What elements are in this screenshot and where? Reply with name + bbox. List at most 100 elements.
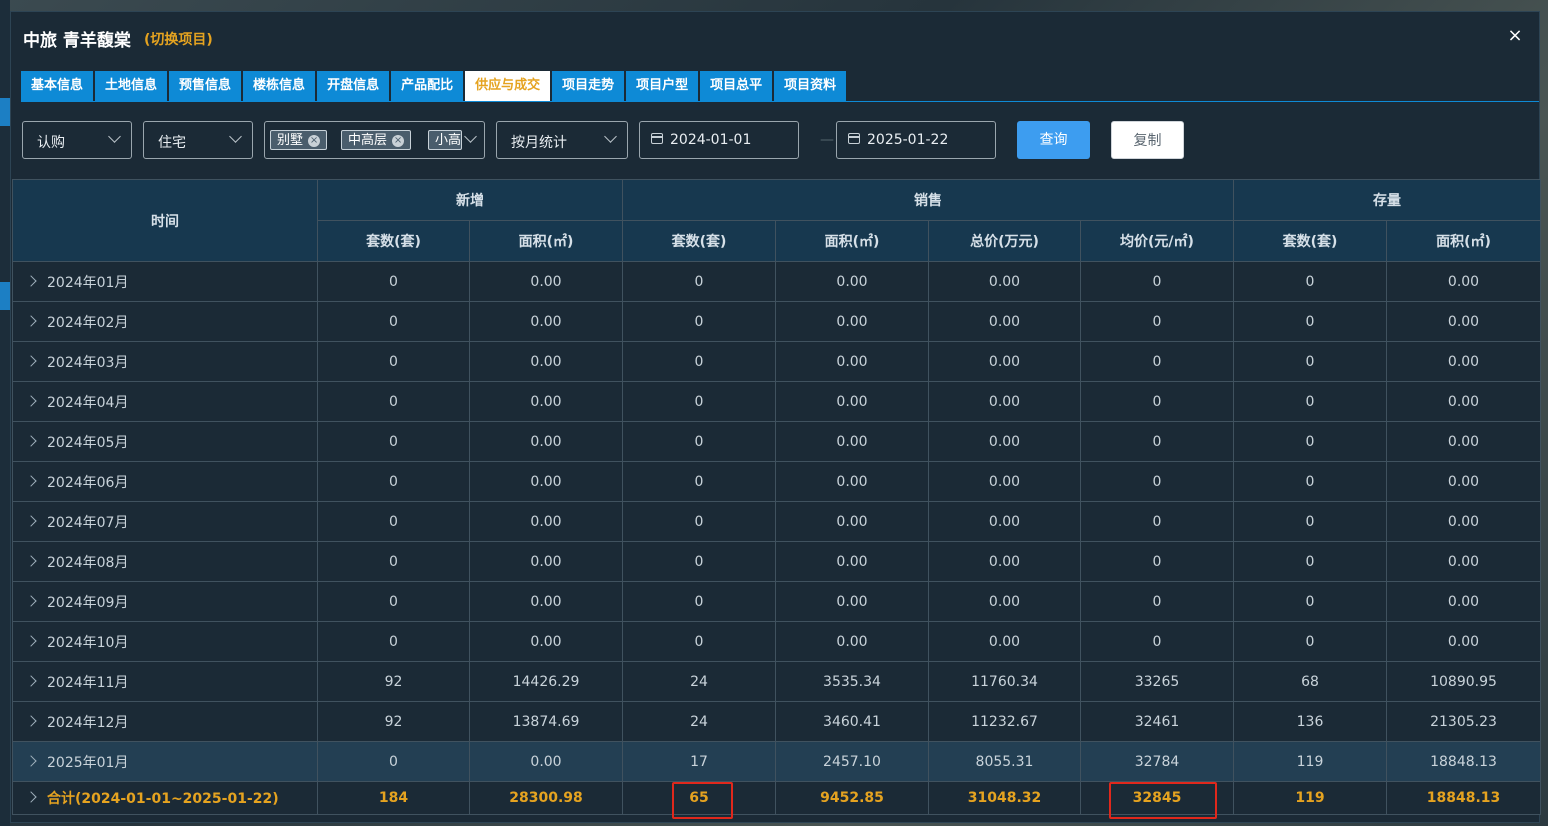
chevron-right-icon[interactable] [25,474,37,487]
tab-10[interactable]: 项目资料 [774,71,847,101]
end-date-value: 2025-01-22 [867,132,949,148]
chevron-right-icon[interactable] [25,594,37,607]
table-cell: 0 [317,461,470,502]
remove-tag-icon[interactable]: × [308,134,321,147]
tab-8[interactable]: 项目户型 [626,71,699,101]
chevron-right-icon[interactable] [25,434,37,447]
tab-5[interactable]: 产品配比 [391,71,464,101]
tab-3[interactable]: 楼栋信息 [243,71,316,101]
table-row[interactable]: 2024年11月 92 14426.29 24 3535.34 11760.34 33265… [12,661,1541,702]
table-cell: 0.00 [775,261,929,302]
table-cell: 0.00 [928,421,1081,462]
tab-2[interactable]: 预售信息 [169,71,242,101]
chevron-right-icon[interactable] [25,714,37,727]
total-row[interactable]: 合计(2024-01-01~2025-01-22) 184 28300.98 65 94… [12,781,1541,815]
tab-7[interactable]: 项目走势 [552,71,625,101]
table-cell: 17 [622,741,776,782]
table-row[interactable]: 2024年05月 0 0.00 0 0.00 0.00 0 0 0.00 [12,421,1541,462]
table-row[interactable]: 2024年08月 0 0.00 0 0.00 0.00 0 0 0.00 [12,541,1541,582]
table-cell: 0 [622,541,776,582]
time-header: 时间 [12,179,318,262]
tab-6[interactable]: 供应与成交 [465,71,551,101]
time-label: 2024年06月 [47,474,129,491]
table-cell: 0 [1080,261,1234,302]
table-cell: 21305.23 [1386,701,1541,742]
table-row[interactable]: 2024年10月 0 0.00 0 0.00 0.00 0 0 0.00 [12,621,1541,662]
table-cell: 0.00 [928,381,1081,422]
chevron-right-icon[interactable] [25,634,37,647]
table-row[interactable]: 2024年04月 0 0.00 0 0.00 0.00 0 0 0.00 [12,381,1541,422]
table-cell: 0.00 [469,341,623,382]
table-cell: 0.00 [775,341,929,382]
chevron-right-icon[interactable] [25,674,37,687]
table-row[interactable]: 2024年02月 0 0.00 0 0.00 0.00 0 0 0.00 [12,301,1541,342]
tab-9[interactable]: 项目总平 [700,71,773,101]
table-cell: 0 [1233,381,1387,422]
period-select[interactable]: 按月统计 [496,121,628,159]
table-cell: 0 [622,341,776,382]
table-row[interactable]: 2025年01月 0 0.00 17 2457.10 8055.31 32784 119 188… [12,741,1541,782]
table-cell: 0 [1080,501,1234,542]
building-type-multiselect[interactable]: 别墅 × 中高层 × 小高 [264,121,485,159]
close-icon[interactable]: × [1503,24,1527,48]
tab-1[interactable]: 土地信息 [95,71,168,101]
table-cell: 32784 [1080,741,1234,782]
chevron-right-icon[interactable] [25,554,37,567]
table-row[interactable]: 2024年06月 0 0.00 0 0.00 0.00 0 0 0.00 [12,461,1541,502]
table-cell: 0.00 [928,501,1081,542]
time-cell: 2024年02月 [12,301,318,342]
tab-0[interactable]: 基本信息 [21,71,94,101]
status-select[interactable]: 认购 [22,121,132,159]
table-cell: 0 [622,301,776,342]
switch-project-link[interactable]: (切换项目) [144,29,213,49]
project-dialog: 中旅 青羊馥棠 (切换项目) × 基本信息 土地信息 预售信息 楼栋信息 开盘信息 产品配… [10,11,1541,823]
table-row[interactable]: 2024年09月 0 0.00 0 0.00 0.00 0 0 0.00 [12,581,1541,622]
table-cell: 0 [317,541,470,582]
property-type-value: 住宅 [158,135,186,151]
copy-button[interactable]: 复制 [1111,121,1184,159]
table-row[interactable]: 2024年01月 0 0.00 0 0.00 0.00 0 0 0.00 [12,261,1541,302]
annotation-highlight-box [1109,782,1217,819]
table-row[interactable]: 2024年12月 92 13874.69 24 3460.41 11232.67 32461… [12,701,1541,742]
table-cell: 0.00 [469,421,623,462]
time-label: 2024年07月 [47,514,129,531]
project-title: 中旅 青羊馥棠 [23,31,131,51]
table-cell: 0 [317,741,470,782]
chevron-right-icon[interactable] [25,514,37,527]
end-date-input[interactable]: 2025-01-22 [836,121,996,159]
chevron-right-icon[interactable] [25,354,37,367]
annotation-highlight-box [672,782,733,819]
table-cell: 0 [622,621,776,662]
table-cell: 0.00 [1386,341,1541,382]
chevron-right-icon[interactable] [25,754,37,767]
property-type-select[interactable]: 住宅 [143,121,253,159]
time-label: 2024年04月 [47,394,129,411]
time-cell: 2024年01月 [12,261,318,302]
table-cell: 24 [622,661,776,702]
chevron-right-icon[interactable] [25,274,37,287]
start-date-input[interactable]: 2024-01-01 [639,121,799,159]
table-cell: 0.00 [775,301,929,342]
chevron-right-icon[interactable] [25,314,37,327]
table-cell: 32461 [1080,701,1234,742]
group-header-new: 新增 [317,179,623,221]
table-cell: 0 [622,421,776,462]
table-cell: 0 [622,501,776,542]
table-cell: 0 [1080,541,1234,582]
chevron-right-icon[interactable] [25,791,37,803]
table-cell: 0 [1233,621,1387,662]
table-row[interactable]: 2024年07月 0 0.00 0 0.00 0.00 0 0 0.00 [12,501,1541,542]
table-row[interactable]: 2024年03月 0 0.00 0 0.00 0.00 0 0 0.00 [12,341,1541,382]
query-button[interactable]: 查询 [1017,121,1090,159]
chevron-right-icon[interactable] [25,394,37,407]
tab-4[interactable]: 开盘信息 [317,71,390,101]
time-cell: 2024年11月 [12,661,318,702]
table-cell: 10890.95 [1386,661,1541,702]
table-cell: 31048.32 [928,781,1081,815]
table-cell: 24 [622,701,776,742]
remove-tag-icon[interactable]: × [392,134,405,147]
time-label: 2024年12月 [47,714,129,731]
table-cell: 0 [622,381,776,422]
time-cell: 2024年10月 [12,621,318,662]
table-cell: 18848.13 [1386,741,1541,782]
